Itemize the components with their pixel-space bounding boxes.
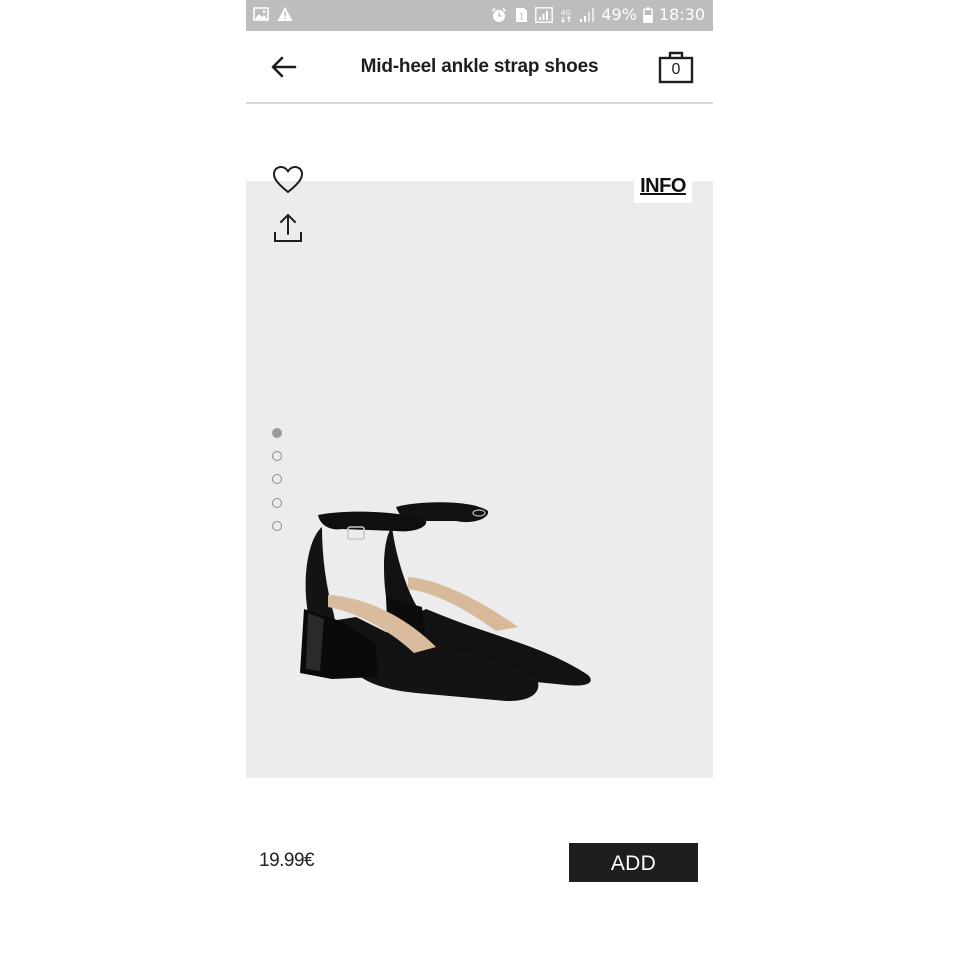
cart-count: 0 xyxy=(671,61,681,78)
product-price: 19.99€ xyxy=(259,850,315,871)
cart-button[interactable]: 0 xyxy=(658,50,694,84)
warning-icon xyxy=(277,7,293,21)
app-screen: 1 4G 49% 18:30 Mid-heel ankle strap shoe… xyxy=(246,0,713,960)
battery-icon xyxy=(642,7,653,23)
alarm-icon xyxy=(492,7,507,22)
pager-dot[interactable] xyxy=(272,474,282,484)
pager-dot[interactable] xyxy=(272,521,282,531)
share-icon xyxy=(274,214,302,242)
pager-dot[interactable] xyxy=(272,498,282,508)
svg-text:1: 1 xyxy=(519,13,525,23)
pager-dot[interactable] xyxy=(272,451,282,461)
add-to-cart-button[interactable]: ADD xyxy=(569,843,698,882)
wishlist-button[interactable] xyxy=(272,165,304,195)
signal-box-icon xyxy=(535,7,554,23)
status-bar: 1 4G 49% 18:30 xyxy=(246,0,713,31)
app-header: Mid-heel ankle strap shoes 0 xyxy=(246,31,713,104)
page-title: Mid-heel ankle strap shoes xyxy=(360,56,599,77)
network-4g-icon: 4G xyxy=(561,9,571,23)
battery-percent: 49% xyxy=(601,5,637,24)
product-photo xyxy=(300,502,591,702)
clock: 18:30 xyxy=(658,5,705,24)
svg-text:4G: 4G xyxy=(561,9,571,17)
sim-icon: 1 xyxy=(516,8,528,23)
heart-icon xyxy=(273,166,303,193)
gallery-icon xyxy=(253,7,269,21)
signal-bars-icon xyxy=(580,8,595,22)
pager-dot[interactable] xyxy=(272,428,282,438)
share-button[interactable] xyxy=(272,212,304,244)
info-link[interactable]: INFO xyxy=(634,169,692,203)
